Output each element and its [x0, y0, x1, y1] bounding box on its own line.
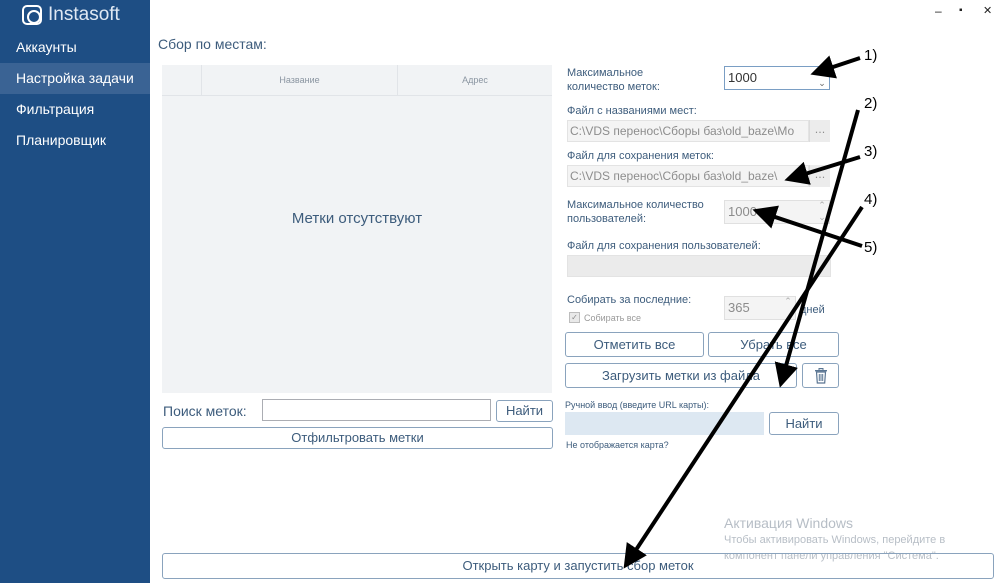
search-input[interactable] [262, 399, 491, 421]
save-tags-file-label: Файл для сохранения меток: [567, 150, 714, 162]
chevron-down-icon[interactable]: ⌄ [815, 212, 829, 224]
annotation-4: 4) [864, 191, 878, 208]
chevron-up-icon[interactable]: ⌃ [781, 296, 795, 308]
save-tags-file-field[interactable]: C:\VDS перенос\Сборы баз\old_baze\ [567, 165, 809, 187]
chevron-up-icon[interactable]: ⌃ [815, 66, 829, 78]
collect-last-label: Собирать за последние: [567, 294, 692, 306]
places-file-field[interactable]: C:\VDS перенос\Сборы баз\old_baze\Мо [567, 120, 809, 142]
save-tags-file-browse-button[interactable]: ... [809, 165, 830, 187]
sidebar-item-task-settings[interactable]: Настройка задачи [0, 63, 150, 94]
empty-state-text: Метки отсутствуют [291, 210, 423, 227]
collect-all-label: Собирать все [584, 313, 641, 323]
chevron-down-icon[interactable]: ⌄ [815, 78, 829, 90]
windows-activation-title: Активация Windows [724, 515, 854, 531]
sidebar-item-accounts[interactable]: Аккаунты [0, 32, 150, 63]
filter-tags-button[interactable]: Отфильтровать метки [162, 427, 553, 449]
collect-all-checkbox[interactable]: ✓ [569, 312, 580, 323]
sidebar-nav: Аккаунты Настройка задачи Фильтрация Пла… [0, 32, 150, 156]
instagram-logo-icon [22, 5, 42, 25]
column-header-address[interactable]: Адрес [398, 65, 552, 96]
windows-activation-line1: Чтобы активировать Windows, перейдите в [724, 534, 946, 546]
minimize-button[interactable]: – [935, 4, 942, 18]
deselect-all-button[interactable]: Убрать все [708, 332, 839, 357]
table-header: Название Адрес [162, 65, 552, 96]
select-all-button[interactable]: Отметить все [565, 332, 704, 357]
logo: Instasoft [22, 4, 120, 26]
annotation-3: 3) [864, 143, 878, 160]
annotation-2: 2) [864, 95, 878, 112]
column-header-name[interactable]: Название [202, 65, 398, 96]
annotation-1: 1) [864, 47, 878, 64]
max-tags-label: Максимальное количество меток: [567, 67, 660, 93]
save-users-file-field[interactable] [567, 255, 831, 277]
places-file-label: Файл с названиями мест: [567, 105, 697, 117]
search-label: Поиск меток: [163, 403, 247, 419]
search-button[interactable]: Найти [496, 400, 553, 422]
save-users-file-label: Файл для сохранения пользователей: [567, 240, 761, 252]
logo-text: Instasoft [48, 4, 120, 25]
manual-find-button[interactable]: Найти [769, 412, 839, 435]
sidebar-item-filtering[interactable]: Фильтрация [0, 94, 150, 125]
close-button[interactable]: ✕ [983, 4, 992, 17]
map-not-shown-link[interactable]: Не отображается карта? [566, 438, 669, 452]
column-header-select[interactable] [162, 65, 202, 96]
trash-icon [814, 368, 827, 384]
tags-table: Название Адрес Метки отсутствуют [162, 65, 552, 393]
open-map-start-button[interactable]: Открыть карту и запустить сбор меток [162, 553, 994, 579]
manual-url-input[interactable] [565, 412, 764, 435]
chevron-up-icon[interactable]: ⌃ [815, 200, 829, 212]
delete-button[interactable] [802, 363, 839, 388]
manual-input-label: Ручной ввод (введите URL карты): [565, 400, 709, 410]
sidebar-item-scheduler[interactable]: Планировщик [0, 125, 150, 156]
page-title: Сбор по местам: [158, 36, 267, 52]
places-file-browse-button[interactable]: ... [809, 120, 830, 142]
max-users-label: Максимальное количество пользователей: [567, 199, 704, 225]
sidebar: Instasoft Аккаунты Настройка задачи Филь… [0, 0, 150, 583]
maximize-button[interactable]: ▪ [959, 5, 963, 16]
load-tags-from-file-button[interactable]: Загрузить метки из файла [565, 363, 797, 388]
days-label: дней [800, 304, 825, 316]
annotation-5: 5) [864, 239, 878, 256]
app-window: Instasoft Аккаунты Настройка задачи Филь… [0, 0, 998, 583]
